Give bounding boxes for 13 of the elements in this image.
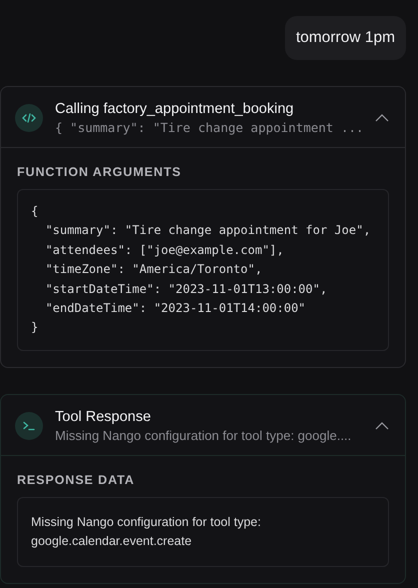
- message-bubble: tomorrow 1pm: [284, 16, 406, 60]
- chevron-up-icon[interactable]: [375, 422, 389, 430]
- terminal-icon: [15, 412, 43, 440]
- section-label: FUNCTION ARGUMENTS: [17, 165, 182, 179]
- card-subtitle: { "summary": "Tire change appointment ...: [55, 120, 363, 135]
- card-title: Calling factory_appointment_booking: [55, 101, 295, 117]
- section-label: RESPONSE DATA: [17, 472, 136, 487]
- chevron-up-icon[interactable]: [375, 114, 389, 122]
- code-icon: [15, 104, 43, 132]
- card-subtitle: Missing Nango configuration for tool type: google....: [55, 428, 352, 443]
- card-title: Tool Response: [55, 408, 152, 425]
- response-box: Missing Nango configuration for tool type: google.calendar.event.create: [17, 496, 389, 567]
- code-block: { "summary": "Tire change appointment for Joe", "attendees": ["joe@example.com"], "timeZone": "America/Toronto", "startDateTime": "2023-11-01T13:00:00", "endDateTime": "2023-11-01T14:00:00" }: [17, 189, 389, 351]
